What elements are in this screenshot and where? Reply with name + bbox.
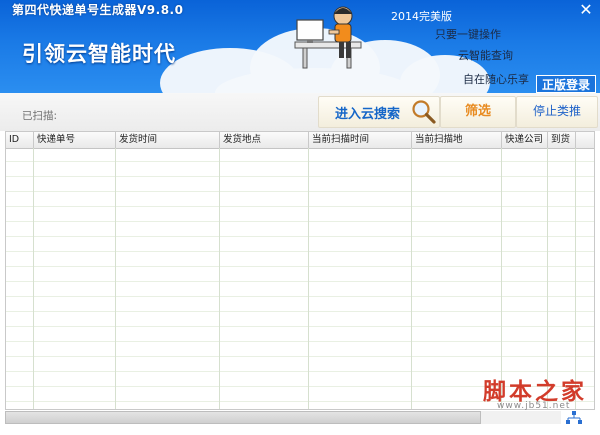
col-header-id[interactable]: ID [6, 132, 34, 148]
feature-one-key: 只要一键操作 [435, 28, 501, 41]
magnifier-icon [412, 100, 436, 124]
cloud-search-label: 进入云搜索 [335, 107, 401, 122]
feature-enjoy: 自在随心乐享 [463, 73, 529, 86]
watermark-url: www.jb51.net [497, 401, 571, 411]
column-divider [411, 148, 412, 409]
header-banner: 第四代快递单号生成器V9.8.0 ✕ 引领云智能时代 2014完美版 只要一键操… [0, 0, 600, 93]
column-divider [575, 148, 576, 409]
close-button[interactable]: ✕ [574, 0, 598, 20]
app-slogan: 引领云智能时代 [22, 42, 176, 66]
filter-button[interactable]: 筛选 [440, 96, 516, 128]
scroll-track [481, 411, 561, 424]
scanned-count-label: 已扫描: [22, 110, 58, 122]
results-table[interactable]: ID 快递单号 发货时间 发货地点 当前扫描时间 当前扫描地 快递公司 到货 [5, 131, 595, 410]
column-divider [115, 148, 116, 409]
col-header-scan-time[interactable]: 当前扫描时间 [309, 132, 412, 148]
window-title: 第四代快递单号生成器V9.8.0 [12, 3, 184, 17]
stop-inference-button[interactable]: 停止类推 [516, 96, 598, 128]
horizontal-scrollbar[interactable] [5, 411, 481, 424]
column-divider [219, 148, 220, 409]
column-divider [33, 148, 34, 409]
col-header-courier[interactable]: 快递公司 [502, 132, 548, 148]
column-divider [501, 148, 502, 409]
table-header: ID 快递单号 发货时间 发货地点 当前扫描时间 当前扫描地 快递公司 到货 [6, 132, 594, 149]
col-header-arrived[interactable]: 到货 [548, 132, 576, 148]
feature-cloud-query: 云智能查询 [458, 49, 513, 62]
edition-label: 2014完美版 [391, 10, 452, 23]
login-button[interactable]: 正版登录 [536, 75, 596, 93]
col-header-tracking-no[interactable]: 快递单号 [34, 132, 116, 148]
close-icon: ✕ [579, 0, 593, 19]
toolbar: 已扫描: 进入云搜索 筛选 停止类推 [0, 93, 600, 131]
mascot-illustration [294, 6, 362, 69]
network-icon[interactable] [566, 411, 582, 425]
column-divider [308, 148, 309, 409]
col-header-ship-time[interactable]: 发货时间 [116, 132, 220, 148]
col-header-scan-location[interactable]: 当前扫描地 [412, 132, 502, 148]
cloud-search-button[interactable]: 进入云搜索 [318, 96, 440, 128]
col-header-ship-location[interactable]: 发货地点 [220, 132, 309, 148]
column-divider [547, 148, 548, 409]
